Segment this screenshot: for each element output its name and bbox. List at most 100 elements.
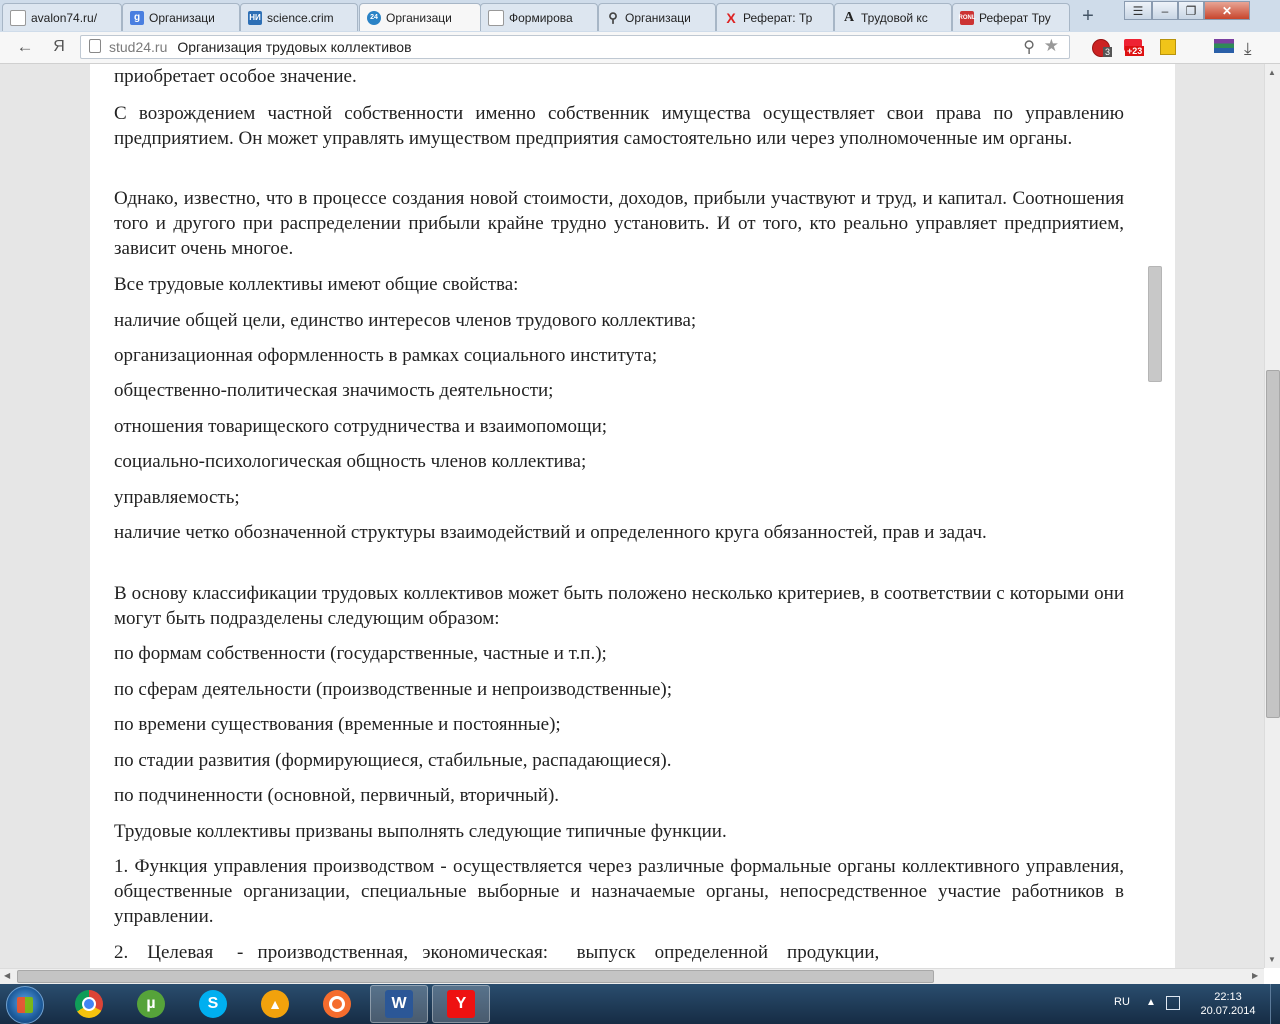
menu-icon: ☰ <box>1132 3 1144 18</box>
tab-google[interactable]: g Организаци <box>122 3 240 31</box>
content-column: приобретает особое значение. С возрожден… <box>90 64 1175 968</box>
taskbar-aimp[interactable]: ▲ <box>246 985 304 1023</box>
page-icon <box>10 9 26 26</box>
address-bar[interactable]: stud24.ru Организация трудовых коллектив… <box>80 35 1070 59</box>
tab-science[interactable]: НИ science.crim <box>240 3 358 31</box>
tab-search[interactable]: ⚲ Организаци <box>598 3 716 31</box>
scroll-right-icon[interactable]: ▶ <box>1252 971 1258 980</box>
url-domain: stud24.ru <box>109 39 168 55</box>
list-item: по сферам деятельности (производственные… <box>114 679 672 700</box>
list-item: наличие общей цели, единство интересов ч… <box>114 310 697 331</box>
paragraph: С возрождением частной собственности име… <box>114 103 1124 149</box>
horizontal-scrollbar-thumb[interactable] <box>17 970 934 983</box>
system-clock[interactable]: 22:13 20.07.2014 <box>1190 990 1266 1018</box>
word-icon: W <box>385 990 413 1018</box>
inner-scrollbar-thumb[interactable] <box>1148 266 1162 382</box>
taskbar-skype[interactable]: S <box>184 985 242 1023</box>
taskbar-utorrent[interactable]: µ <box>122 985 180 1023</box>
tab-strip: avalon74.ru/ g Организаци НИ science.cri… <box>0 0 1280 33</box>
aimp-icon: ▲ <box>261 990 289 1018</box>
back-button[interactable]: ← <box>14 36 36 58</box>
list-item: общественно-политическая значимость деят… <box>114 380 554 401</box>
tab-label: Трудовой кс <box>861 10 928 25</box>
url-page-title: Организация трудовых коллективов <box>177 39 412 55</box>
utorrent-icon: µ <box>137 990 165 1018</box>
minimize-button[interactable]: – <box>1152 1 1178 20</box>
paragraph: В основу классификации трудовых коллекти… <box>114 583 1124 629</box>
scroll-left-icon[interactable]: ◀ <box>4 971 10 980</box>
vertical-scrollbar-thumb[interactable] <box>1266 370 1280 718</box>
tab-referat[interactable]: X Реферат: Тр <box>716 3 834 31</box>
taskbar: µ S ▲ W Y RU ▲ 22:13 20.07.2014 <box>0 984 1280 1024</box>
stud24-icon: 24 <box>367 10 381 25</box>
network-icon[interactable] <box>1166 996 1180 1010</box>
tab-trudovoy[interactable]: A Трудовой кс <box>834 3 952 31</box>
list-item: наличие четко обозначенной структуры вза… <box>114 522 987 543</box>
list-item: организационная оформленность в рамках с… <box>114 345 658 366</box>
start-button[interactable] <box>6 986 44 1024</box>
taskbar-origin[interactable] <box>308 985 366 1023</box>
show-desktop-button[interactable] <box>1270 984 1280 1024</box>
bookmark-star-icon[interactable]: ★ <box>1044 36 1059 56</box>
yandex-button[interactable]: Я <box>48 36 70 58</box>
yandex-browser-icon: Y <box>447 990 475 1018</box>
paragraph: Трудовые коллективы призваны выполнять с… <box>114 821 727 842</box>
paragraph: Все трудовые коллективы имеют общие свой… <box>114 274 519 295</box>
winrar-extension-button[interactable] <box>1214 39 1234 57</box>
paragraph: 2. Целевая - производственная, экономиче… <box>114 942 880 963</box>
scroll-up-icon[interactable]: ▲ <box>1268 68 1276 77</box>
tab-formirovanie[interactable]: Формирова <box>480 3 598 31</box>
list-item: по подчиненности (основной, первичный, в… <box>114 785 560 806</box>
zoom-icon[interactable]: ⚲ <box>1023 37 1035 57</box>
close-button[interactable]: ✕ <box>1204 1 1250 20</box>
page-icon <box>488 9 504 26</box>
paragraph: Однако, известно, что в процессе создани… <box>114 188 1124 259</box>
downloads-button[interactable]: ⤓ <box>1244 39 1262 58</box>
tab-label: Реферат Тру <box>979 10 1051 25</box>
word-label: W <box>391 995 407 1012</box>
adblock-extension-button[interactable]: 3 <box>1092 39 1113 57</box>
page-info-icon <box>89 39 101 53</box>
tab-avalon[interactable]: avalon74.ru/ <box>2 3 122 31</box>
adblock-badge: 3 <box>1103 47 1113 57</box>
tab-referat-ru[interactable]: RONL Реферат Тру <box>952 3 1070 31</box>
restore-button[interactable]: ❐ <box>1178 1 1204 20</box>
extension-icon <box>1160 39 1176 55</box>
mail-extension-button[interactable]: +23 <box>1124 39 1150 57</box>
skype-icon: S <box>199 990 227 1018</box>
back-arrow-icon: ← <box>16 37 34 56</box>
tab-label: Формирова <box>509 10 573 25</box>
list-item: по стадии развития (формирующиеся, стаби… <box>114 750 672 771</box>
extension-button[interactable] <box>1160 39 1178 57</box>
menu-button[interactable]: ☰ <box>1124 1 1152 20</box>
page-viewport: приобретает особое значение. С возрожден… <box>0 64 1264 968</box>
new-tab-button[interactable]: + <box>1077 5 1099 27</box>
taskbar-yandex-browser[interactable]: Y <box>432 985 490 1023</box>
restore-icon: ❐ <box>1185 3 1197 18</box>
search-icon: ⚲ <box>608 9 618 25</box>
taskbar-chrome[interactable] <box>60 985 118 1023</box>
taskbar-word[interactable]: W <box>370 985 428 1023</box>
paragraph: приобретает особое значение. <box>114 66 357 87</box>
yandex-icon: Я <box>53 38 65 55</box>
list-item: управляемость; <box>114 487 240 508</box>
windows-logo-icon <box>17 997 33 1013</box>
language-indicator[interactable]: RU <box>1114 996 1130 1008</box>
list-item: по формам собственности (государственные… <box>114 643 607 664</box>
clock-date: 20.07.2014 <box>1200 1005 1256 1017</box>
tab-stud24[interactable]: 24 Организаци <box>359 3 481 31</box>
minimize-icon: – <box>1161 3 1169 18</box>
winrar-icon <box>1214 39 1234 53</box>
download-icon: ⤓ <box>1244 39 1252 58</box>
science-icon: НИ <box>248 10 262 25</box>
origin-icon <box>323 990 351 1018</box>
tray-expand-icon[interactable]: ▲ <box>1146 997 1156 1008</box>
list-item: отношения товарищеского сотрудничества и… <box>114 416 608 437</box>
list-item: социально-психологическая общность члено… <box>114 451 587 472</box>
tab-label: Организаци <box>625 10 691 25</box>
ronl-icon: RONL <box>959 10 976 25</box>
close-icon: ✕ <box>1221 3 1233 18</box>
tab-label: Реферат: Тр <box>743 10 813 25</box>
letter-a-icon: A <box>843 9 855 25</box>
scroll-down-icon[interactable]: ▼ <box>1268 955 1276 964</box>
